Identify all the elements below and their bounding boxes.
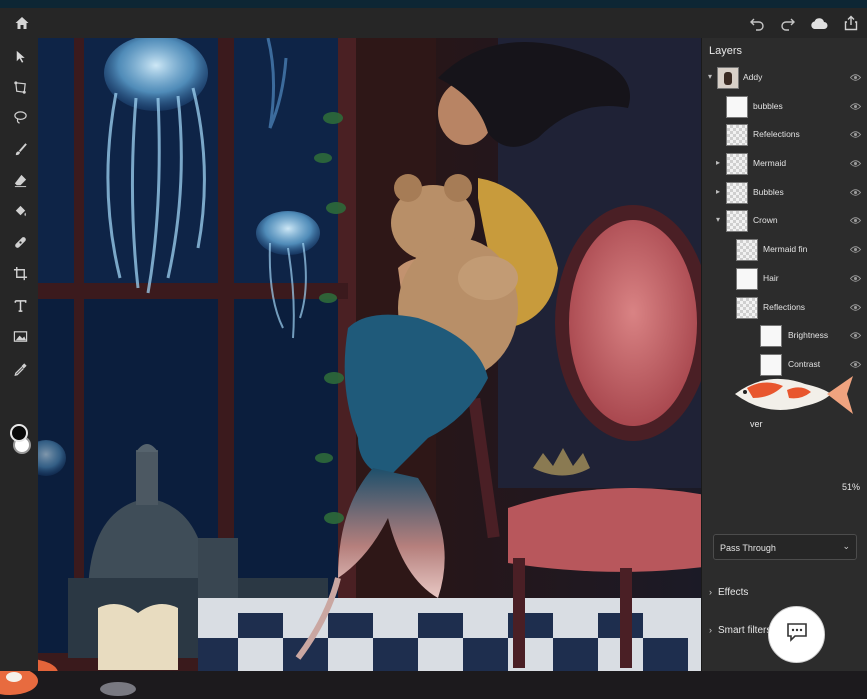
artwork-illustration <box>38 38 701 671</box>
layer-row-mermaid[interactable]: ▸ Mermaid <box>702 150 867 178</box>
eye-icon[interactable] <box>850 188 861 197</box>
header-bar <box>0 8 867 38</box>
chevron-right-icon: › <box>709 587 712 597</box>
eye-icon[interactable] <box>850 130 861 139</box>
layer-thumbnail <box>717 67 739 89</box>
redo-icon[interactable] <box>777 12 799 34</box>
bottom-strip <box>0 671 867 699</box>
effects-label: Effects <box>718 587 749 598</box>
eye-icon[interactable] <box>850 303 861 312</box>
layer-label: Brightness <box>788 330 829 340</box>
layer-label: Bubbles <box>753 187 784 197</box>
layers-panel-title: Layers <box>709 45 743 57</box>
comment-icon <box>786 622 808 647</box>
transform-icon[interactable] <box>9 76 31 98</box>
blend-mode-select[interactable]: Pass Through ⌄ <box>713 534 857 560</box>
layer-thumbnail <box>736 297 758 319</box>
brush-icon[interactable] <box>9 138 31 160</box>
expand-caret-icon[interactable]: ▸ <box>714 158 722 167</box>
type-icon[interactable] <box>9 294 31 316</box>
top-strip <box>0 0 867 8</box>
share-icon[interactable] <box>840 12 862 34</box>
layer-row-addy[interactable]: ▾ Addy <box>702 64 867 92</box>
eye-icon[interactable] <box>850 159 861 168</box>
chevron-down-icon: ⌄ <box>842 541 850 551</box>
layer-label: Mermaid fin <box>763 244 808 254</box>
layer-row-brightness[interactable]: Brightness <box>702 322 867 350</box>
eye-icon[interactable] <box>850 245 861 254</box>
eye-icon[interactable] <box>850 216 861 225</box>
eye-icon[interactable] <box>850 73 861 82</box>
undo-icon[interactable] <box>746 12 768 34</box>
layer-thumbnail <box>726 210 748 232</box>
layer-thumbnail <box>736 239 758 261</box>
color-swatches[interactable] <box>10 424 32 460</box>
collapse-caret-icon[interactable]: ▾ <box>714 215 722 224</box>
layer-thumbnail <box>736 268 758 290</box>
opacity-value[interactable]: 51% <box>842 482 860 492</box>
layer-thumbnail <box>760 325 782 347</box>
layer-row-hair[interactable]: Hair <box>702 265 867 293</box>
layer-thumbnail <box>726 182 748 204</box>
tools-toolbar <box>0 38 38 699</box>
layer-row-bubbles[interactable]: bubbles <box>702 93 867 121</box>
document-canvas[interactable] <box>38 38 701 671</box>
blend-mode-value: Pass Through <box>720 543 776 553</box>
smart-filters-label: Smart filters <box>718 625 772 636</box>
comment-button[interactable] <box>768 606 825 663</box>
layer-row-bubbles-group[interactable]: ▸ Bubbles <box>702 179 867 207</box>
koi-fish-illustration <box>735 376 853 414</box>
koi-fish-illustration <box>0 671 136 696</box>
crop-icon[interactable] <box>9 262 31 284</box>
eye-icon[interactable] <box>850 331 861 340</box>
layer-row-reflections[interactable]: Reflections <box>702 294 867 322</box>
layer-label: Crown <box>753 215 778 225</box>
layer-row-mermaid-fin[interactable]: Mermaid fin <box>702 236 867 264</box>
home-icon[interactable] <box>11 12 33 34</box>
layer-label: Hair <box>763 273 779 283</box>
layer-label: Reflections <box>763 302 806 312</box>
smart-filters-section[interactable]: › Smart filters <box>709 625 771 636</box>
eye-icon[interactable] <box>850 274 861 283</box>
layer-label: Addy <box>743 72 763 82</box>
layer-label: Refelections <box>753 129 800 139</box>
fill-icon[interactable] <box>9 200 31 222</box>
layer-label: Mermaid <box>753 158 787 168</box>
foreground-color-swatch[interactable] <box>10 424 28 442</box>
chevron-right-icon: › <box>709 625 712 635</box>
lasso-icon[interactable] <box>9 106 31 128</box>
layer-row-refelections[interactable]: Refelections <box>702 121 867 149</box>
effects-section[interactable]: › Effects <box>709 587 748 598</box>
eraser-icon[interactable] <box>9 169 31 191</box>
eye-icon[interactable] <box>850 102 861 111</box>
layer-label: bubbles <box>753 101 783 111</box>
healing-icon[interactable] <box>9 231 31 253</box>
move-icon[interactable] <box>9 45 31 67</box>
image-icon[interactable] <box>9 325 31 347</box>
cloud-icon[interactable] <box>808 12 830 34</box>
collapse-caret-icon[interactable]: ▾ <box>706 72 714 81</box>
expand-caret-icon[interactable]: ▸ <box>714 187 722 196</box>
eyedropper-icon[interactable] <box>9 358 31 380</box>
layer-thumbnail <box>726 96 748 118</box>
layer-thumbnail <box>726 124 748 146</box>
layer-row-crown[interactable]: ▾ Crown <box>702 207 867 235</box>
layers-panel: Layers ▾ Addy bubbles Refelections ▸ Mer… <box>701 38 867 671</box>
layer-thumbnail <box>726 153 748 175</box>
